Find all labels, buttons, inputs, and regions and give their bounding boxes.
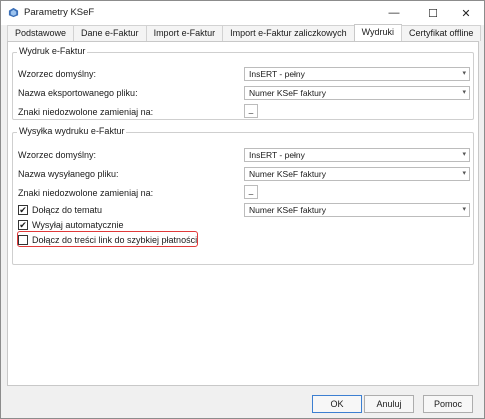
attach-subject-label: Dołącz do tematu xyxy=(32,205,103,215)
window-title: Parametry KSeF xyxy=(24,7,95,18)
attach-subject-checkbox[interactable]: ✔ xyxy=(18,205,28,215)
export-filename-label: Nazwa eksportowanego pliku: xyxy=(18,88,138,98)
tab-panel-wydruki: Wydruk e-Faktur Wzorzec domyślny: InsERT… xyxy=(7,41,479,386)
auto-send-label: Wysyłaj automatycznie xyxy=(32,220,124,230)
print-template-select[interactable]: InsERT - pełny ▾ xyxy=(244,67,470,81)
print-chars-label: Znaki niedozwolone zamieniaj na: xyxy=(18,107,154,117)
send-template-value: InsERT - pełny xyxy=(249,150,305,160)
help-button[interactable]: Pomoc xyxy=(423,395,473,413)
print-chars-input[interactable]: _ xyxy=(244,104,258,118)
tab-podstawowe[interactable]: Podstawowe xyxy=(7,25,75,41)
maximize-button[interactable]: ☐ xyxy=(415,1,451,25)
tab-wydruki[interactable]: Wydruki xyxy=(353,24,403,42)
attach-subject-value: Numer KSeF faktury xyxy=(249,205,326,215)
export-filename-value: Numer KSeF faktury xyxy=(249,88,326,98)
print-template-value: InsERT - pełny xyxy=(249,69,305,79)
title-bar: Parametry KSeF — ☐ ✕ xyxy=(1,1,484,25)
chevron-down-icon: ▾ xyxy=(462,89,466,96)
close-button[interactable]: ✕ xyxy=(448,1,484,25)
tab-import-e-faktur-zaliczkowych[interactable]: Import e-Faktur zaliczkowych xyxy=(222,25,355,41)
close-icon: ✕ xyxy=(461,7,471,20)
chevron-down-icon: ▾ xyxy=(462,170,466,177)
dialog-window: Parametry KSeF — ☐ ✕ Podstawowe Dane e-F… xyxy=(0,0,485,419)
chevron-down-icon: ▾ xyxy=(462,206,466,213)
chevron-down-icon: ▾ xyxy=(462,70,466,77)
minimize-icon: — xyxy=(388,7,400,19)
chevron-down-icon: ▾ xyxy=(462,151,466,158)
print-template-label: Wzorzec domyślny: xyxy=(18,69,97,79)
send-chars-input[interactable]: _ xyxy=(244,185,258,199)
send-group-title: Wysyłka wydruku e-Faktur xyxy=(17,126,127,136)
export-filename-select[interactable]: Numer KSeF faktury ▾ xyxy=(244,86,470,100)
print-group-title: Wydruk e-Faktur xyxy=(17,46,88,56)
maximize-icon: ☐ xyxy=(428,7,438,20)
payment-link-checkbox[interactable] xyxy=(18,235,28,245)
send-chars-label: Znaki niedozwolone zamieniaj na: xyxy=(18,188,154,198)
app-icon xyxy=(8,7,19,18)
tab-certyfikat-offline[interactable]: Certyfikat offline xyxy=(401,25,482,41)
payment-link-label: Dołącz do treści link do szybkiej płatno… xyxy=(32,235,198,245)
attach-subject-select[interactable]: Numer KSeF faktury ▾ xyxy=(244,203,470,217)
send-template-label: Wzorzec domyślny: xyxy=(18,150,97,160)
minimize-button[interactable]: — xyxy=(376,1,412,25)
dialog-button-bar: OK Anuluj Pomoc xyxy=(1,391,484,418)
send-filename-select[interactable]: Numer KSeF faktury ▾ xyxy=(244,167,470,181)
send-filename-value: Numer KSeF faktury xyxy=(249,169,326,179)
send-filename-label: Nazwa wysyłanego pliku: xyxy=(18,169,119,179)
cancel-button[interactable]: Anuluj xyxy=(364,395,414,413)
tab-dane-e-faktur[interactable]: Dane e-Faktur xyxy=(73,25,147,41)
ok-button[interactable]: OK xyxy=(312,395,362,413)
auto-send-checkbox[interactable]: ✔ xyxy=(18,220,28,230)
send-template-select[interactable]: InsERT - pełny ▾ xyxy=(244,148,470,162)
tab-import-e-faktur[interactable]: Import e-Faktur xyxy=(145,25,224,41)
tab-strip: Podstawowe Dane e-Faktur Import e-Faktur… xyxy=(7,24,482,42)
